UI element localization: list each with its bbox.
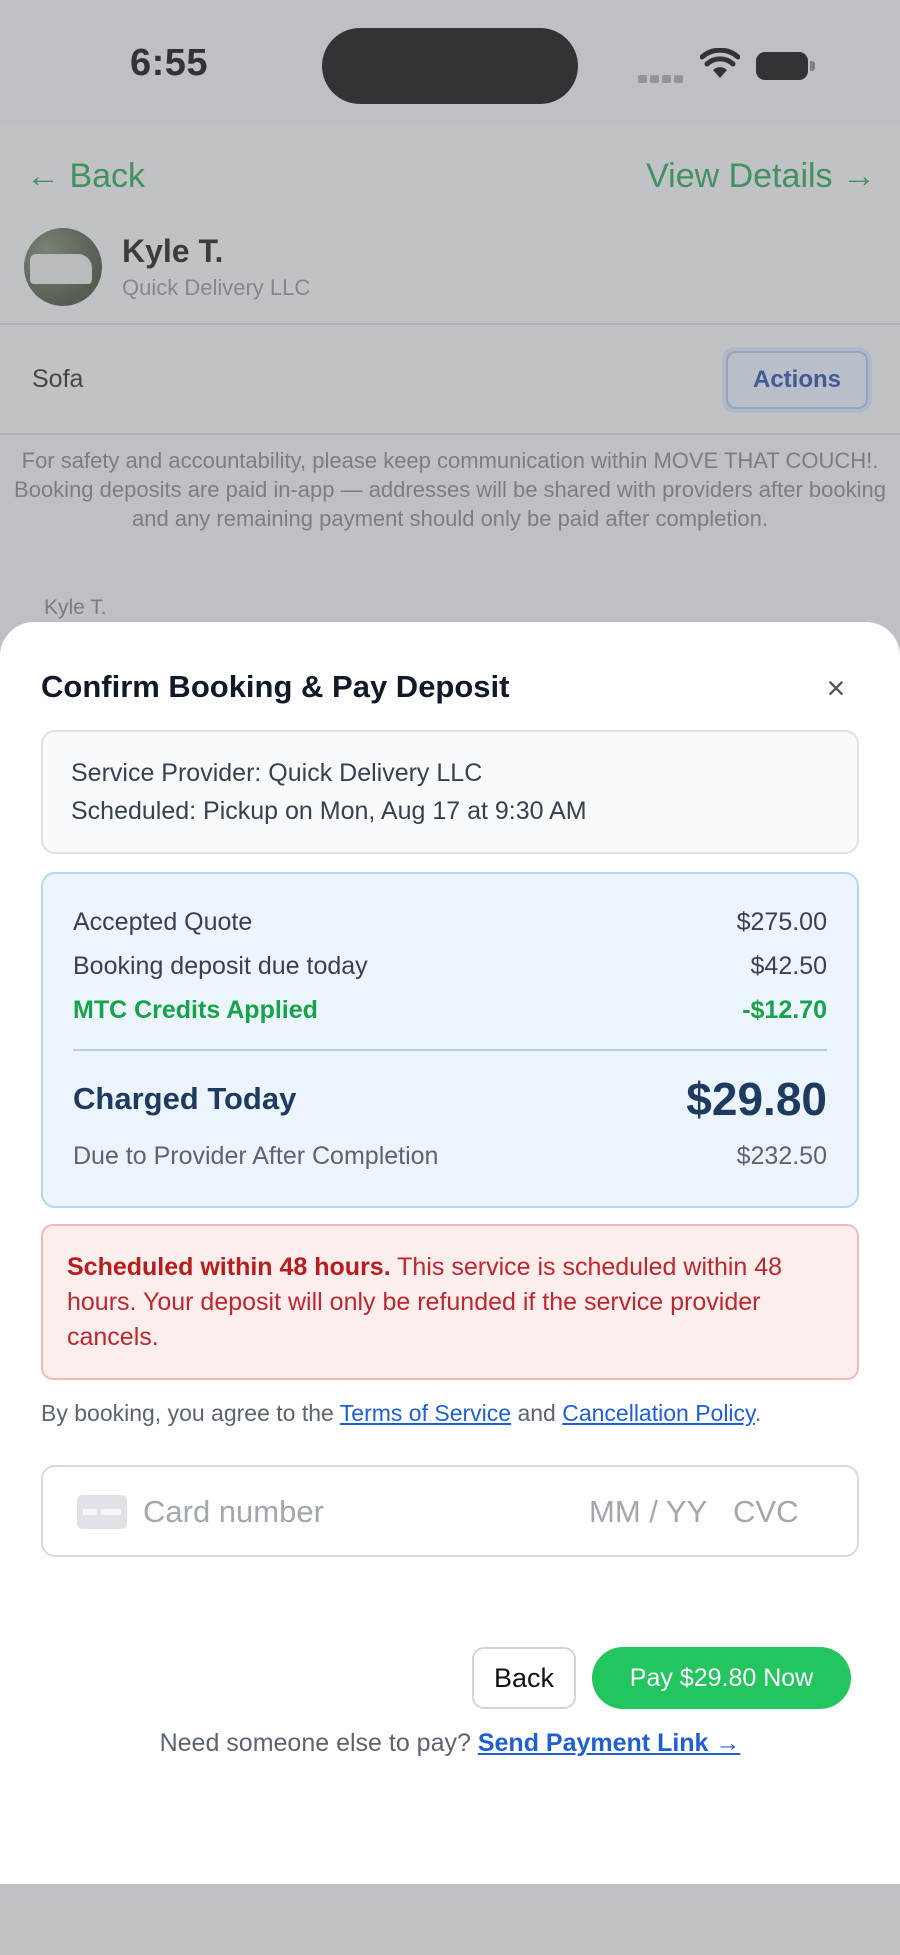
schedule-line: Scheduled: Pickup on Mon, Aug 17 at 9:30… [71,797,587,825]
cancellation-policy-link[interactable]: Cancellation Policy [562,1400,755,1426]
refund-warning: Scheduled within 48 hours. This service … [41,1224,859,1380]
back-button[interactable]: Back [472,1647,576,1709]
credits-label: MTC Credits Applied [73,996,318,1024]
due-after-label: Due to Provider After Completion [73,1142,439,1170]
credits-value: -$12.70 [742,996,827,1024]
payment-link-prompt: Need someone else to pay? [159,1729,478,1757]
warning-heading: Scheduled within 48 hours. [67,1253,391,1281]
service-provider-line: Service Provider: Quick Delivery LLC [71,759,483,787]
credits-row: MTC Credits Applied -$12.70 [73,996,827,1025]
send-payment-link[interactable]: Send Payment Link → [478,1729,741,1757]
pay-now-button[interactable]: Pay $29.80 Now [592,1647,851,1709]
payment-link-row: Need someone else to pay? Send Payment L… [0,1729,900,1758]
agreement-suffix: . [754,1400,762,1426]
agreement-prefix: By booking, you agree to the [41,1400,340,1426]
charged-today-label: Charged Today [73,1081,297,1116]
modal-title: Confirm Booking & Pay Deposit [41,669,510,704]
agreement-text: By booking, you agree to the Terms of Se… [41,1400,761,1427]
deposit-value: $42.50 [750,952,827,980]
card-input[interactable]: Card number MM / YY CVC [41,1465,859,1557]
due-after-row: Due to Provider After Completion $232.50 [73,1142,827,1171]
divider [73,1049,827,1051]
booking-info-box: Service Provider: Quick Delivery LLC Sch… [41,730,859,854]
close-icon[interactable]: × [818,670,854,706]
due-after-value: $232.50 [736,1142,827,1170]
accepted-quote-row: Accepted Quote $275.00 [73,908,827,937]
price-summary: Accepted Quote $275.00 Booking deposit d… [41,872,859,1208]
charged-today-value: $29.80 [686,1073,827,1125]
card-number-field[interactable]: Card number [143,1494,324,1530]
booking-modal: Confirm Booking & Pay Deposit × Service … [0,622,900,1884]
terms-link[interactable]: Terms of Service [340,1400,511,1426]
accepted-quote-value: $275.00 [736,908,827,936]
credit-card-icon [77,1495,127,1529]
deposit-label: Booking deposit due today [73,952,368,980]
cvc-field[interactable]: CVC [733,1494,798,1530]
accepted-quote-label: Accepted Quote [73,908,253,936]
expiry-field[interactable]: MM / YY [589,1494,707,1530]
deposit-row: Booking deposit due today $42.50 [73,952,827,981]
charged-today-row: Charged Today $29.80 [73,1072,827,1126]
agreement-and: and [511,1400,563,1426]
